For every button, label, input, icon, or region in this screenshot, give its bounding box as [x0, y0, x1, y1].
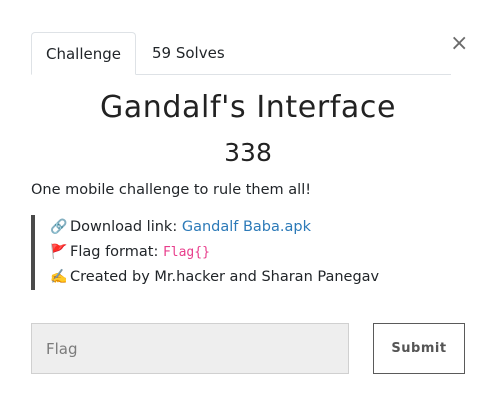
- challenge-points: 338: [224, 138, 272, 167]
- close-icon[interactable]: ×: [450, 33, 468, 55]
- download-link[interactable]: Gandalf Baba.apk: [182, 219, 311, 235]
- author-text: Created by Mr.hacker and Sharan Panegav: [70, 269, 380, 285]
- flag-format-code: Flag{}: [162, 245, 210, 260]
- submit-button[interactable]: Submit: [373, 323, 465, 374]
- author-line: ✍️ Created by Mr.hacker and Sharan Panega…: [50, 265, 451, 290]
- tab-solves[interactable]: 59 Solves: [152, 32, 225, 74]
- challenge-details-blockquote: 🔗 Download link: Gandalf Baba.apk 🚩 Flag f…: [31, 215, 451, 290]
- tab-challenge[interactable]: Challenge: [31, 32, 136, 75]
- writing-hand-icon: ✍️: [50, 269, 68, 285]
- flag-input[interactable]: [31, 323, 349, 374]
- flag-format-line: 🚩 Flag format: Flag{}: [50, 240, 451, 265]
- link-icon: 🔗: [50, 219, 68, 235]
- challenge-modal: Challenge 59 Solves × Gandalf's Interfac…: [0, 0, 496, 418]
- flag-format-label: Flag format:: [70, 244, 163, 260]
- red-flag-icon: 🚩: [50, 244, 68, 260]
- challenge-tabs: Challenge 59 Solves: [31, 32, 451, 75]
- challenge-title: Gandalf's Interface: [99, 90, 397, 125]
- download-label: Download link:: [70, 219, 182, 235]
- challenge-description: One mobile challenge to rule them all!: [31, 182, 312, 198]
- download-line: 🔗 Download link: Gandalf Baba.apk: [50, 215, 451, 240]
